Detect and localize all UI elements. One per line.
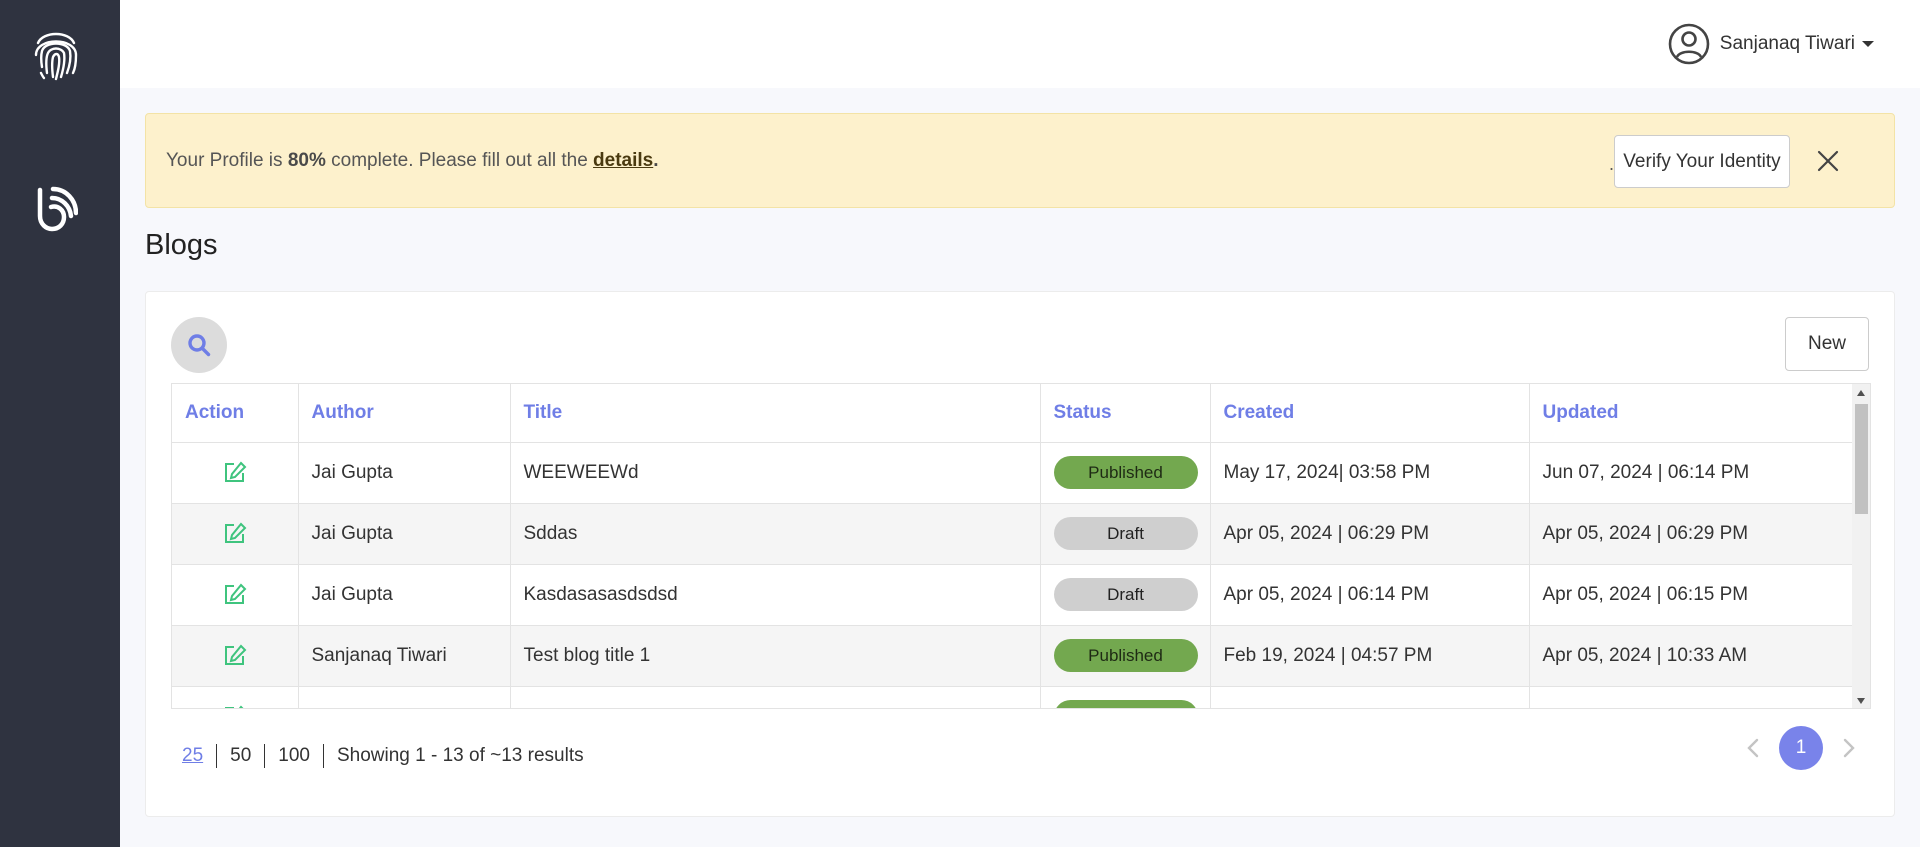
blogs-table-container: Action Author Title Status Created Updat… <box>171 383 1871 709</box>
action-cell <box>172 503 299 565</box>
search-button[interactable] <box>171 317 227 373</box>
title-cell: WEEWEEWd <box>510 442 1041 504</box>
chevron-left-icon <box>1747 738 1759 758</box>
page-title: Blogs <box>145 229 218 261</box>
scroll-up-arrow-icon[interactable] <box>1857 390 1865 396</box>
updated-cell: Jun 07, 2024 | 06:14 PM <box>1529 442 1853 504</box>
alert-text-prefix: Your Profile is <box>166 150 288 171</box>
edit-icon[interactable] <box>223 583 247 605</box>
search-icon <box>188 334 211 357</box>
alert-percent: 80% <box>287 150 326 171</box>
edit-icon[interactable] <box>223 644 247 666</box>
status-cell: Published <box>1040 625 1211 687</box>
column-header-status[interactable]: Status <box>1040 384 1211 443</box>
table-row[interactable]: Jai Gupta Kasdasasasdsdsd Draft Apr 05, … <box>172 564 1853 626</box>
author-cell: Jai Gupta <box>298 564 511 626</box>
scrollbar-thumb[interactable] <box>1855 404 1868 514</box>
created-cell: Apr 05, 2024 | 06:29 PM <box>1210 503 1530 565</box>
status-badge: Published <box>1053 700 1198 708</box>
status-cell: Published <box>1040 442 1211 504</box>
sidebar-item-blogs[interactable] <box>34 186 79 232</box>
created-cell: May 17, 2024| 03:58 PM <box>1210 442 1530 504</box>
edit-icon[interactable] <box>223 522 247 544</box>
pagination: 1 <box>1733 726 1869 770</box>
table-row[interactable]: Jai Gupta Sddas Draft Apr 05, 2024 | 06:… <box>172 503 1853 565</box>
author-cell: Jai Gupta <box>298 442 511 504</box>
author-cell: Jai Gupta <box>298 503 511 565</box>
page-size-selector: 25 50 100 Showing 1 - 13 of ~13 results <box>182 744 584 768</box>
blogs-table: Action Author Title Status Created Updat… <box>172 384 1853 708</box>
title-cell: Test blog title 1 <box>510 625 1041 687</box>
author-cell: Jai Gupta <box>298 686 511 708</box>
profile-completion-alert: Your Profile is 80% complete. Please fil… <box>145 113 1895 208</box>
alert-text-middle: complete. Please fill out all the <box>325 150 594 171</box>
table-row[interactable]: Jai Gupta WEEWEEWd Published May 17, 202… <box>172 442 1853 504</box>
updated-cell: Apr 05, 2024 | 06:29 PM <box>1529 503 1853 565</box>
status-cell: Draft <box>1040 564 1211 626</box>
chevron-right-icon <box>1843 738 1855 758</box>
action-cell <box>172 686 299 708</box>
column-header-title[interactable]: Title <box>510 384 1041 443</box>
page-size-25[interactable]: 25 <box>182 744 218 768</box>
scroll-down-arrow-icon[interactable] <box>1857 698 1865 704</box>
user-avatar-icon <box>1668 23 1710 65</box>
details-link[interactable]: details <box>593 150 653 171</box>
title-cell: Sddas <box>510 503 1041 565</box>
status-cell: Draft <box>1040 503 1211 565</box>
blogs-card: New Action Author Title Status Created U… <box>145 291 1895 817</box>
updated-cell: Apr 05, 2024 | 10:33 AM <box>1529 625 1853 687</box>
created-cell: Apr 05, 2024 | 06:14 PM <box>1210 564 1530 626</box>
sidebar <box>0 0 120 847</box>
table-scrollbar[interactable] <box>1852 384 1870 708</box>
prev-page-button[interactable] <box>1733 726 1773 770</box>
status-cell: Published <box>1040 686 1211 708</box>
table-header-row: Action Author Title Status Created Updat… <box>172 384 1853 443</box>
top-bar: Sanjanaq Tiwari <box>120 0 1920 88</box>
column-header-updated[interactable]: Updated <box>1529 384 1853 443</box>
status-badge: Published <box>1053 639 1198 672</box>
title-cell: Enhancing Security In The Digital Age: T… <box>510 686 1041 708</box>
action-cell <box>172 625 299 687</box>
alert-text-suffix: . <box>653 150 659 171</box>
page-button-current[interactable]: 1 <box>1779 726 1823 770</box>
next-page-button[interactable] <box>1829 726 1869 770</box>
table-row[interactable]: Jai Gupta Enhancing Security In The Digi… <box>172 686 1853 708</box>
alert-message: Your Profile is 80% complete. Please fil… <box>166 150 659 172</box>
action-cell <box>172 564 299 626</box>
new-blog-button[interactable]: New <box>1785 317 1869 371</box>
edit-icon[interactable] <box>223 705 247 708</box>
page-size-50[interactable]: 50 <box>217 744 266 768</box>
author-cell: Sanjanaq Tiwari <box>298 625 511 687</box>
user-menu[interactable]: Sanjanaq Tiwari <box>1668 23 1874 65</box>
created-cell: Dec 10, 2023 | 12:24 AM <box>1210 686 1530 708</box>
status-badge: Draft <box>1053 578 1198 611</box>
blog-icon <box>37 186 79 232</box>
chevron-down-icon <box>1862 41 1874 47</box>
updated-cell: Apr 05, 2024 | 06:15 PM <box>1529 564 1853 626</box>
created-cell: Feb 19, 2024 | 04:57 PM <box>1210 625 1530 687</box>
action-cell <box>172 442 299 504</box>
fingerprint-logo-icon[interactable] <box>33 25 79 81</box>
status-badge: Draft <box>1053 517 1198 550</box>
status-badge: Published <box>1053 456 1198 489</box>
user-name: Sanjanaq Tiwari <box>1719 33 1855 54</box>
column-header-author[interactable]: Author <box>298 384 511 443</box>
table-row[interactable]: Sanjanaq Tiwari Test blog title 1 Publis… <box>172 625 1853 687</box>
column-header-action[interactable]: Action <box>172 384 299 443</box>
close-icon[interactable] <box>1816 149 1840 173</box>
edit-icon[interactable] <box>223 461 247 483</box>
page-size-100[interactable]: 100 <box>265 744 324 768</box>
results-count: Showing 1 - 13 of ~13 results <box>336 745 584 766</box>
updated-cell: Apr 05, 2024 | 10:33 AM <box>1529 686 1853 708</box>
column-header-created[interactable]: Created <box>1210 384 1530 443</box>
verify-identity-button[interactable]: Verify Your Identity <box>1614 135 1790 188</box>
title-cell: Kasdasasasdsdsd <box>510 564 1041 626</box>
